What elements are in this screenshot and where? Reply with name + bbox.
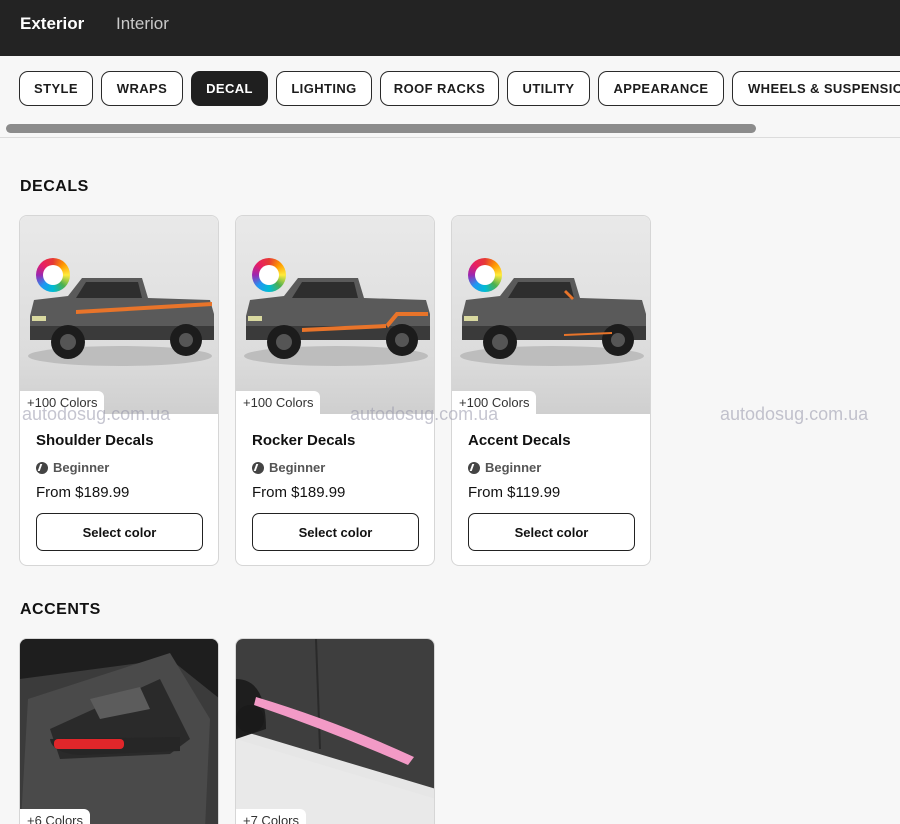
product-price: From $189.99 (36, 484, 130, 501)
select-color-button[interactable]: Select color (468, 513, 635, 551)
product-image (20, 639, 218, 824)
skill-level: Beginner (252, 460, 325, 475)
product-card-accent-decals[interactable]: +100 Colors Accent Decals Beginner From … (451, 215, 651, 566)
tab-interior[interactable]: Interior (116, 14, 169, 34)
horizontal-scrollbar[interactable] (6, 124, 756, 133)
select-color-button[interactable]: Select color (252, 513, 419, 551)
select-color-button[interactable]: Select color (36, 513, 203, 551)
skill-level-icon (36, 461, 48, 474)
color-wheel-icon (252, 258, 286, 292)
skill-level: Beginner (36, 460, 109, 475)
skill-level-icon (468, 461, 480, 474)
skill-level-icon (252, 461, 264, 474)
colors-badge: +6 Colors (20, 809, 90, 824)
color-wheel-icon (36, 258, 70, 292)
product-card-shoulder-decals[interactable]: +100 Colors Shoulder Decals Beginner Fro… (19, 215, 219, 566)
category-chip-utility[interactable]: UTILITY (507, 71, 590, 106)
product-image (236, 216, 434, 414)
product-image (236, 639, 434, 824)
color-wheel-icon (468, 258, 502, 292)
product-card-body-accent[interactable]: +7 Colors (235, 638, 435, 824)
product-card-rocker-decals[interactable]: +100 Colors Rocker Decals Beginner From … (235, 215, 435, 566)
product-price: From $119.99 (468, 484, 561, 501)
view-switcher: Exterior Interior (0, 0, 900, 56)
colors-badge: +7 Colors (236, 809, 306, 824)
tab-exterior[interactable]: Exterior (20, 14, 84, 34)
category-chip-decal[interactable]: DECAL (191, 71, 268, 106)
product-name: Accent Decals (468, 432, 571, 449)
product-price: From $189.99 (252, 484, 346, 501)
category-chip-appearance[interactable]: APPEARANCE (598, 71, 724, 106)
category-chip-roof-racks[interactable]: ROOF RACKS (380, 71, 499, 106)
category-bar: STYLE WRAPS DECAL LIGHTING ROOF RACKS UT… (0, 56, 900, 138)
category-chip-wheels-suspension[interactable]: WHEELS & SUSPENSION (732, 71, 900, 106)
accent-strip (54, 739, 124, 749)
skill-level-label: Beginner (485, 460, 542, 475)
category-chip-lighting[interactable]: LIGHTING (276, 71, 372, 106)
product-image (452, 216, 650, 414)
product-image (20, 216, 218, 414)
section-title-accents: ACCENTS (20, 601, 101, 618)
colors-badge: +100 Colors (452, 391, 537, 414)
skill-level-label: Beginner (53, 460, 110, 475)
colors-badge: +100 Colors (236, 391, 321, 414)
skill-level-label: Beginner (269, 460, 326, 475)
colors-badge: +100 Colors (20, 391, 105, 414)
category-chip-wraps[interactable]: WRAPS (101, 71, 183, 106)
skill-level: Beginner (468, 460, 541, 475)
product-name: Shoulder Decals (36, 432, 154, 449)
section-title-decals: DECALS (20, 178, 89, 195)
product-name: Rocker Decals (252, 432, 356, 449)
watermark-text: autodosug.com.ua (720, 404, 869, 424)
product-card-mirror-accent[interactable]: +6 Colors (19, 638, 219, 824)
category-chip-style[interactable]: STYLE (19, 71, 93, 106)
